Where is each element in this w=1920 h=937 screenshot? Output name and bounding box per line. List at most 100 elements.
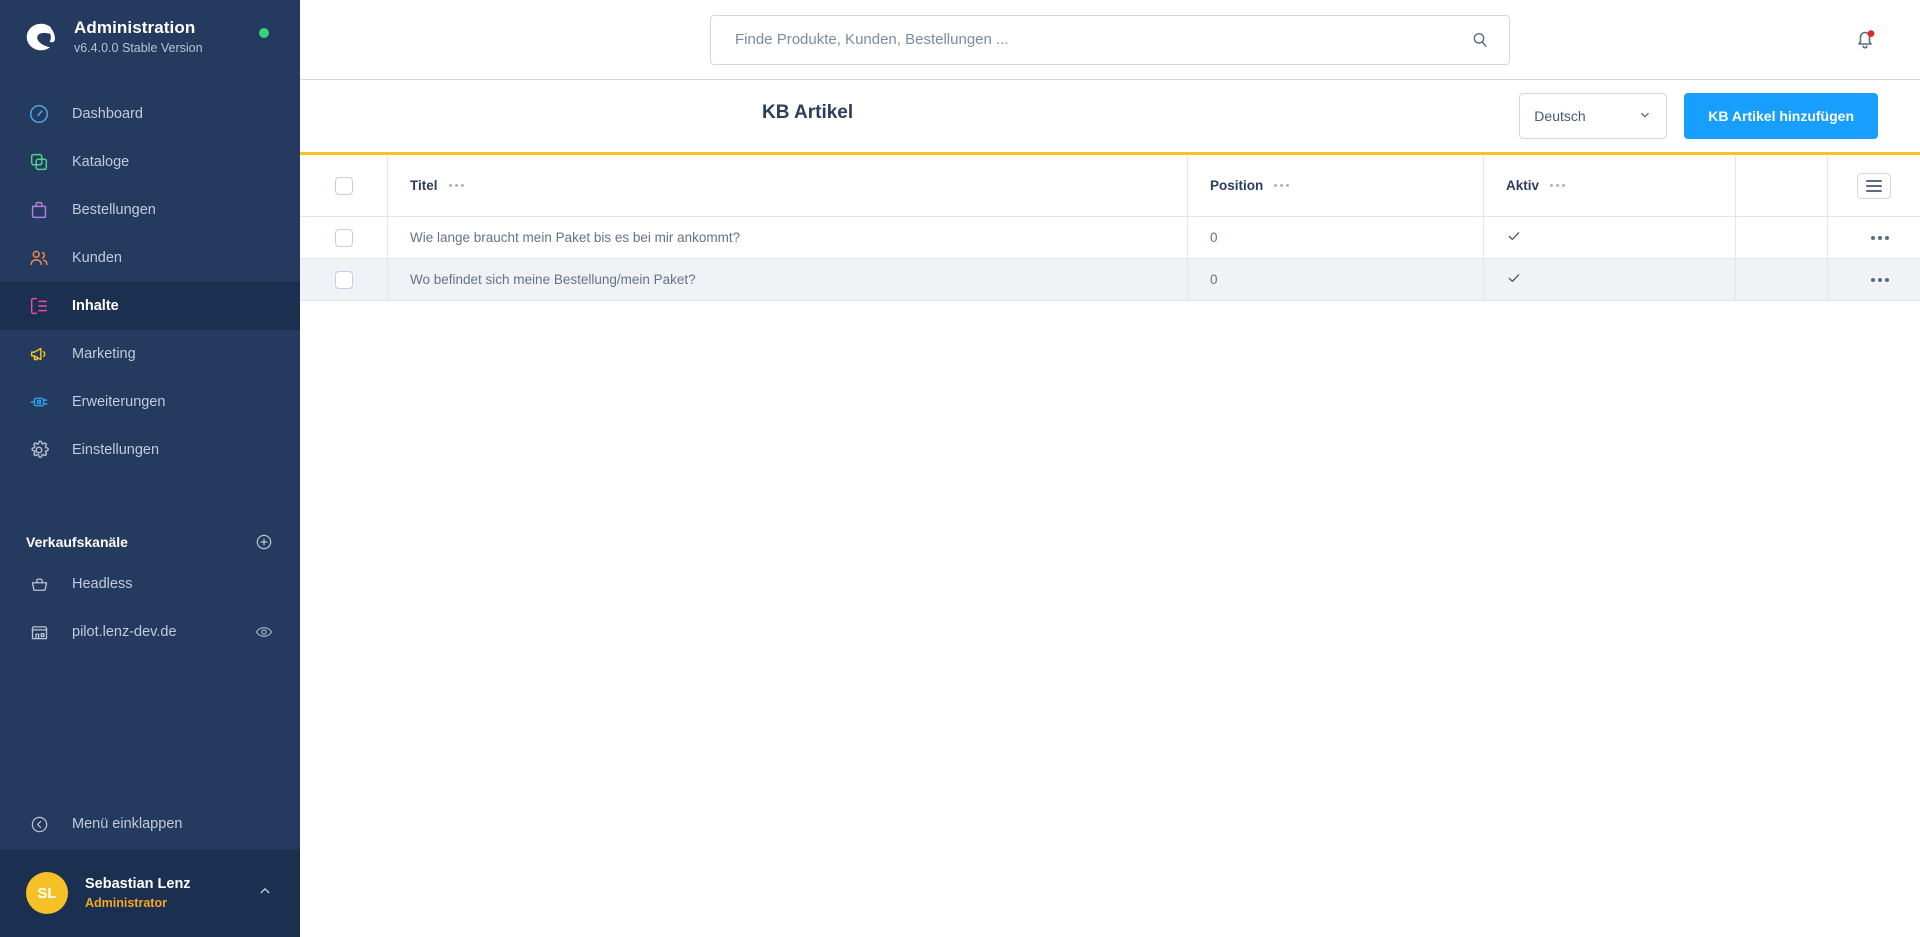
bell-icon[interactable] (1852, 26, 1878, 57)
sidebar-item-label: Einstellungen (72, 442, 160, 458)
sidebar-item-dashboard[interactable]: Dashboard (0, 90, 300, 138)
user-role: Administrator (85, 895, 167, 910)
ellipsis-icon[interactable] (1870, 277, 1889, 282)
sidebar-item-label: Marketing (72, 346, 136, 362)
row-actions-cell (1828, 217, 1920, 258)
users-icon (26, 245, 52, 271)
row-select-cell (300, 217, 388, 258)
cell-position: 0 (1188, 217, 1484, 258)
sidebar-item-label: Kataloge (72, 154, 130, 170)
avatar: SL (26, 872, 68, 914)
sidebar-item-label: Kunden (72, 250, 122, 266)
sales-channels-heading: Verkaufskanäle (26, 534, 128, 550)
collapse-menu-label: Menü einklappen (72, 816, 183, 832)
content-icon (26, 293, 52, 319)
speedometer-icon (26, 101, 52, 127)
table-row[interactable]: Wo befindet sich meine Bestellung/mein P… (300, 259, 1920, 301)
search-input[interactable] (710, 14, 1510, 65)
add-kb-article-button[interactable]: KB Artikel hinzufügen (1684, 93, 1878, 139)
cell-aktiv (1484, 259, 1736, 300)
plugin-icon (26, 389, 52, 415)
collapse-menu-button[interactable]: Menü einklappen (0, 799, 300, 849)
row-actions-cell (1828, 259, 1920, 300)
sidebar-item-label: Dashboard (72, 106, 143, 122)
brand-version: v6.4.0.0 Stable Version (74, 41, 203, 55)
storefront-icon (26, 619, 52, 645)
brand-title: Administration (74, 18, 196, 37)
main-navigation: Dashboard Kataloge Bestellungen Kunden I… (0, 90, 300, 474)
ellipsis-icon[interactable] (1550, 184, 1566, 187)
cell-aktiv (1484, 217, 1736, 258)
column-header-spacer (1736, 155, 1828, 216)
ellipsis-icon[interactable] (1274, 184, 1290, 187)
column-header-aktiv[interactable]: Aktiv (1484, 155, 1736, 216)
table-settings-icon[interactable] (1857, 172, 1891, 199)
sidebar-item-erweiterungen[interactable]: Erweiterungen (0, 378, 300, 426)
column-header-position[interactable]: Position (1188, 155, 1484, 216)
check-icon (1506, 270, 1522, 289)
check-icon (1506, 228, 1522, 247)
table-row[interactable]: Wie lange braucht mein Paket bis es bei … (300, 217, 1920, 259)
gear-icon (26, 437, 52, 463)
cell-spacer (1736, 217, 1828, 258)
sidebar-item-label: pilot.lenz-dev.de (72, 624, 177, 640)
sidebar-item-headless[interactable]: Headless (0, 560, 300, 608)
select-all-cell (300, 155, 388, 216)
language-select-value: Deutsch (1534, 108, 1586, 124)
cell-spacer (1736, 259, 1828, 300)
plus-circle-icon[interactable] (254, 532, 274, 552)
cell-position: 0 (1188, 259, 1484, 300)
sidebar-item-label: Bestellungen (72, 202, 156, 218)
sales-channels-header: Verkaufskanäle (0, 524, 300, 560)
sidebar-item-bestellungen[interactable]: Bestellungen (0, 186, 300, 234)
sidebar-item-inhalte[interactable]: Inhalte (0, 282, 300, 330)
sidebar-item-kunden[interactable]: Kunden (0, 234, 300, 282)
row-checkbox[interactable] (334, 270, 353, 289)
row-select-cell (300, 259, 388, 300)
chevron-down-icon (1638, 108, 1652, 125)
column-header-label: Position (1210, 178, 1264, 193)
search-icon[interactable] (1470, 30, 1490, 55)
sidebar-item-label: Erweiterungen (72, 394, 166, 410)
megaphone-icon (26, 341, 52, 367)
copy-icon (26, 149, 52, 175)
user-texts: Sebastian Lenz Administrator (85, 875, 191, 912)
app-root: Administration v6.4.0.0 Stable Version D… (0, 0, 1920, 937)
brand-header[interactable]: Administration v6.4.0.0 Stable Version (0, 0, 300, 74)
global-search (710, 14, 1510, 65)
select-all-checkbox[interactable] (334, 176, 353, 195)
page-header-actions: Deutsch KB Artikel hinzufügen (1519, 93, 1878, 139)
main-area: KB Artikel Deutsch KB Artikel hinzufügen (300, 0, 1920, 937)
cell-titel: Wie lange braucht mein Paket bis es bei … (388, 217, 1188, 258)
cell-titel: Wo befindet sich meine Bestellung/mein P… (388, 259, 1188, 300)
sidebar-item-label: Headless (72, 576, 133, 592)
eye-icon[interactable] (254, 622, 274, 642)
language-select[interactable]: Deutsch (1519, 93, 1668, 139)
brand-texts: Administration v6.4.0.0 Stable Version (74, 18, 203, 56)
sidebar-item-einstellungen[interactable]: Einstellungen (0, 426, 300, 474)
status-indicator-dot (259, 28, 269, 38)
sidebar-item-pilot-lenz-dev-de[interactable]: pilot.lenz-dev.de (0, 608, 300, 656)
bag-icon (26, 197, 52, 223)
column-header-titel[interactable]: Titel (388, 155, 1188, 216)
page-header: KB Artikel Deutsch KB Artikel hinzufügen (300, 80, 1920, 152)
sidebar-item-marketing[interactable]: Marketing (0, 330, 300, 378)
chevron-up-icon[interactable] (256, 882, 274, 905)
table-settings-cell (1828, 155, 1920, 216)
top-bar (300, 0, 1920, 80)
column-header-label: Aktiv (1506, 178, 1540, 193)
basket-icon (26, 571, 52, 597)
shopware-logo-icon (22, 18, 60, 56)
kb-article-table: Titel Position Aktiv Wie lange braucht m… (300, 155, 1920, 301)
user-profile-bar[interactable]: SL Sebastian Lenz Administrator (0, 849, 300, 937)
row-checkbox[interactable] (334, 228, 353, 247)
column-header-label: Titel (410, 178, 438, 193)
sidebar-item-kataloge[interactable]: Kataloge (0, 138, 300, 186)
table-header-row: Titel Position Aktiv (300, 155, 1920, 217)
ellipsis-icon[interactable] (448, 184, 464, 187)
user-name: Sebastian Lenz (85, 875, 191, 892)
ellipsis-icon[interactable] (1870, 235, 1889, 240)
sidebar-item-label: Inhalte (72, 298, 119, 314)
sidebar: Administration v6.4.0.0 Stable Version D… (0, 0, 300, 937)
chevron-left-circle-icon (26, 811, 52, 837)
